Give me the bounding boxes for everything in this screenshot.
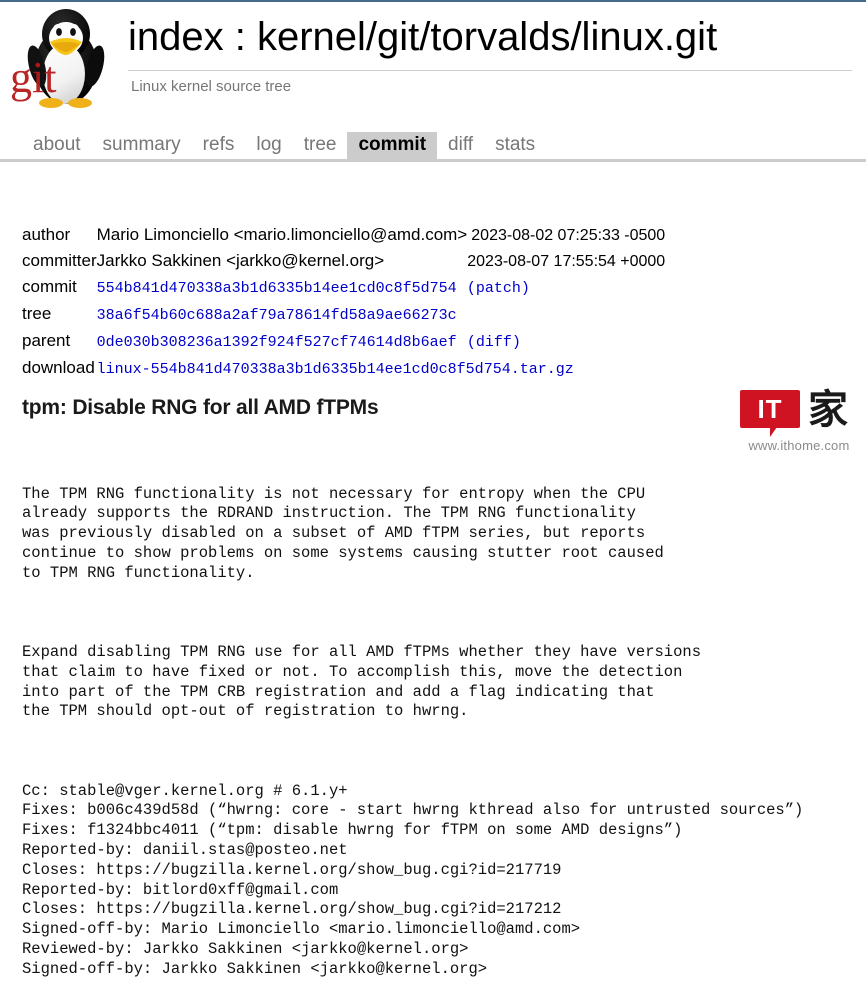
nav-tabs: about summary refs log tree commit diff …: [22, 132, 546, 159]
parent-hash-link[interactable]: 0de030b308236a1392f924f527cf74614d8b6aef: [97, 334, 457, 351]
table-row-tree: tree 38a6f54b60c688a2af79a78614fd58a9ae6…: [22, 301, 665, 328]
commit-subject: tpm: Disable RNG for all AMD fTPMs: [22, 396, 379, 419]
tree-hash-link[interactable]: 38a6f54b60c688a2af79a78614fd58a9ae66273c: [97, 307, 457, 324]
tab-diff[interactable]: diff: [437, 132, 484, 159]
repo-description: Linux kernel source tree: [131, 78, 292, 95]
table-row-download: download linux-554b841d470338a3b1d6335b1…: [22, 355, 665, 382]
ithome-watermark: IT 家 www.ithome.com: [736, 387, 862, 456]
page-header: git index : kernel/git/torvalds/linux.gi…: [0, 2, 866, 122]
ithome-logo: IT 家: [736, 387, 862, 437]
label-tree: tree: [22, 304, 52, 323]
cgit-logo[interactable]: git: [6, 4, 118, 108]
table-row-commit: commit 554b841d470338a3b1d6335b14ee1cd0c…: [22, 274, 665, 301]
tab-log[interactable]: log: [245, 132, 292, 159]
download-tarball-link[interactable]: linux-554b841d470338a3b1d6335b14ee1cd0c8…: [97, 361, 574, 378]
download-cell: linux-554b841d470338a3b1d6335b14ee1cd0c8…: [97, 355, 666, 382]
label-commit: commit: [22, 277, 77, 296]
tree-hash-cell: 38a6f54b60c688a2af79a78614fd58a9ae66273c: [97, 301, 666, 328]
commit-info-panel: author Mario Limonciello <mario.limoncie…: [22, 222, 852, 382]
table-row-committer: committer Jarkko Sakkinen <jarkko@kernel…: [22, 248, 665, 274]
commit-hash-link[interactable]: 554b841d470338a3b1d6335b14ee1cd0c8f5d754: [97, 280, 457, 297]
tab-summary[interactable]: summary: [92, 132, 192, 159]
ithome-url: www.ithome.com: [748, 438, 850, 453]
tab-tree[interactable]: tree: [293, 132, 348, 159]
svg-text:git: git: [10, 53, 56, 102]
nav-tabbar: about summary refs log tree commit diff …: [0, 132, 866, 162]
label-author: author: [22, 225, 71, 244]
commit-message-trailers: Cc: stable@vger.kernel.org # 6.1.y+ Fixe…: [22, 781, 804, 978]
commit-patch-link[interactable]: (patch): [467, 280, 530, 297]
label-download: download: [22, 358, 95, 377]
commit-message-paragraph: Expand disabling TPM RNG use for all AMD…: [22, 642, 702, 721]
title-divider: [128, 70, 852, 71]
tab-stats[interactable]: stats: [484, 132, 546, 159]
table-row-author: author Mario Limonciello <mario.limoncie…: [22, 222, 665, 248]
tab-commit[interactable]: commit: [347, 132, 438, 159]
tab-about[interactable]: about: [22, 132, 92, 159]
commit-message-body: The TPM RNG functionality is not necessa…: [22, 445, 852, 999]
committer-date: 2023-08-07 17:55:54 +0000: [467, 253, 666, 270]
commit-hash-cell: 554b841d470338a3b1d6335b14ee1cd0c8f5d754…: [97, 274, 666, 301]
author-date: 2023-08-02 07:25:33 -0500: [471, 227, 666, 244]
commit-message-paragraph: The TPM RNG functionality is not necessa…: [22, 484, 664, 582]
parent-diff-link[interactable]: (diff): [467, 334, 521, 351]
author-name-email: Mario Limonciello <mario.limonciello@amd…: [96, 225, 468, 244]
commit-info-table: author Mario Limonciello <mario.limoncie…: [22, 222, 665, 382]
label-parent: parent: [22, 331, 71, 350]
linux-penguin-icon: git: [10, 9, 105, 108]
ithome-cjk-glyph: 家: [808, 387, 848, 433]
page-title: index : kernel/git/torvalds/linux.git: [128, 15, 718, 59]
speech-bubble-tail-icon: [770, 427, 784, 437]
parent-hash-cell: 0de030b308236a1392f924f527cf74614d8b6aef…: [97, 328, 666, 355]
ithome-badge-text: IT: [757, 394, 783, 424]
table-row-parent: parent 0de030b308236a1392f924f527cf74614…: [22, 328, 665, 355]
committer-name-email: Jarkko Sakkinen <jarkko@kernel.org>: [96, 251, 385, 270]
label-committer: committer: [22, 251, 97, 270]
tab-refs[interactable]: refs: [192, 132, 246, 159]
